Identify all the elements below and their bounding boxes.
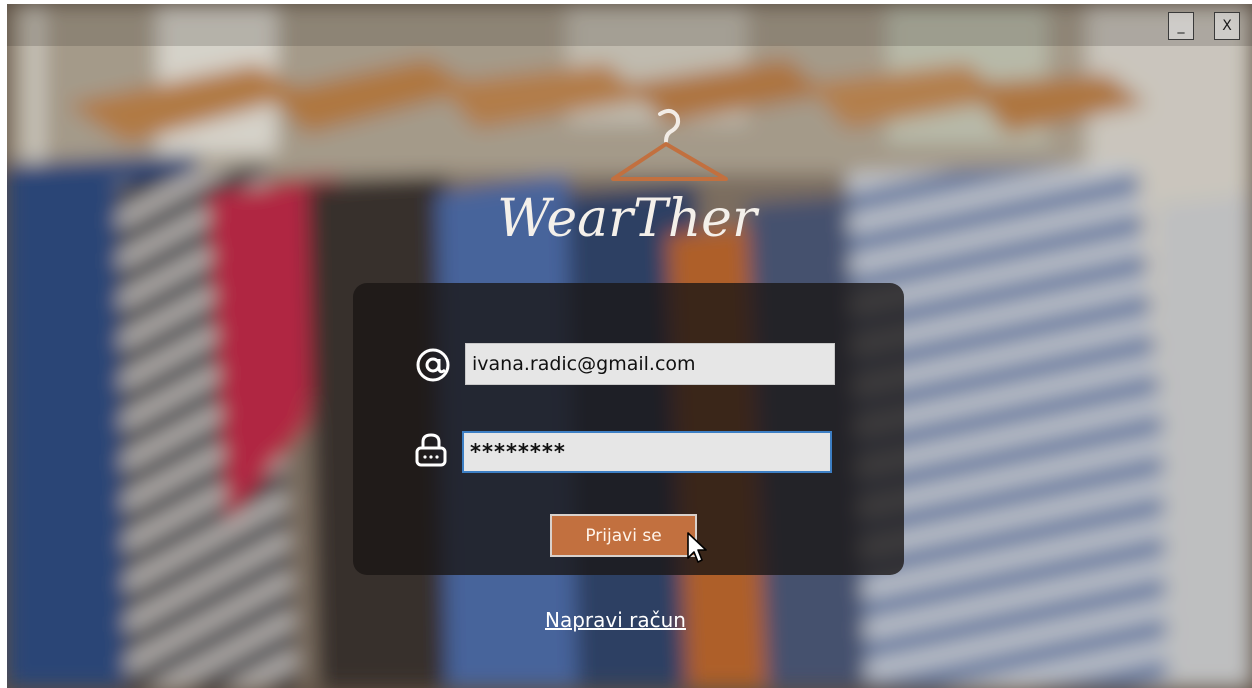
minimize-button[interactable]: _ [1168,12,1194,40]
email-field[interactable] [465,343,835,385]
lock-icon [411,430,451,470]
close-button[interactable]: X [1214,12,1240,40]
app-window: _ X WearTher ivana.radic@gmail.com *****… [7,4,1252,688]
mouse-cursor-icon [685,531,709,567]
brand-logo: WearTher [447,104,807,254]
login-button[interactable]: Prijavi se [550,514,697,557]
password-field[interactable] [462,431,832,473]
brand-name: WearTher [497,189,760,249]
at-icon [413,345,453,385]
create-account-link[interactable]: Napravi račun [545,608,686,632]
login-panel: Prijavi se [353,283,904,575]
hanger-icon [611,109,728,181]
title-bar [7,4,1252,46]
